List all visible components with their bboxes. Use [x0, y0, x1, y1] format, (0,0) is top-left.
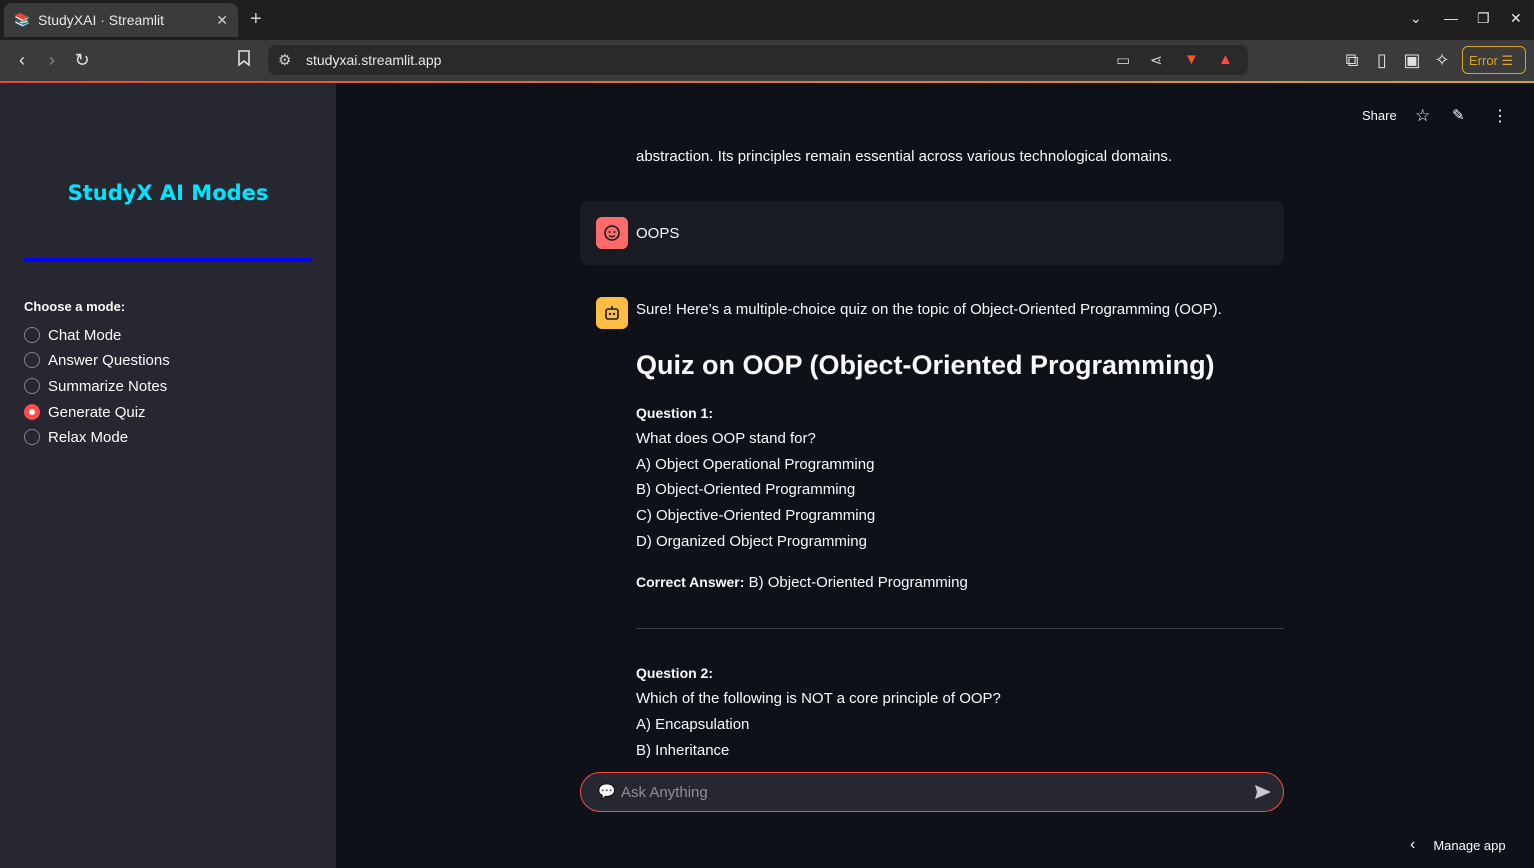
restore-icon[interactable]: ❐ — [1477, 10, 1490, 27]
question-1-option: C) Objective-Oriented Programming — [636, 507, 876, 524]
manage-app-button[interactable]: ‹ Manage app — [1410, 836, 1506, 854]
question-divider — [636, 628, 1284, 629]
minimize-icon[interactable]: — — [1444, 10, 1458, 26]
browser-tab[interactable]: 📚 StudyXAI · Streamlit ✕ — [4, 3, 238, 37]
leo-ai-icon[interactable]: ✧ — [1430, 48, 1454, 72]
radio-selected-icon[interactable] — [24, 404, 40, 420]
question-1-option: D) Organized Object Programming — [636, 533, 867, 550]
mode-option-quiz[interactable]: Generate Quiz — [24, 401, 146, 423]
tab-title: StudyXAI · Streamlit — [38, 12, 165, 28]
sidebar-title: StudyX AI Modes — [67, 181, 269, 205]
close-tab-icon[interactable]: ✕ — [216, 12, 228, 29]
mode-option-label: Chat Mode — [48, 326, 122, 344]
mode-option-label: Relax Mode — [48, 428, 129, 446]
sidebar: StudyX AI Modes Choose a mode: Chat Mode… — [0, 83, 336, 868]
bot-intro-text: Sure! Here’s a multiple-choice quiz on t… — [636, 301, 1222, 318]
mode-option-answer[interactable]: Answer Questions — [24, 349, 170, 371]
error-label: Error — [1469, 53, 1498, 68]
share-icon[interactable]: ⋖ — [1150, 51, 1163, 69]
books-icon: 📚 — [14, 12, 31, 27]
user-avatar-icon — [596, 217, 628, 249]
more-menu-icon[interactable]: ⋮ — [1492, 106, 1508, 126]
radio-icon[interactable] — [24, 327, 40, 343]
mode-option-label: Answer Questions — [48, 351, 170, 369]
back-icon[interactable]: ‹ — [10, 48, 34, 72]
brave-shields-icon[interactable]: ▼ — [1184, 51, 1199, 68]
send-icon[interactable] — [1253, 782, 1273, 802]
error-menu-button[interactable]: Error ☰ — [1462, 46, 1526, 74]
chat-input[interactable] — [621, 781, 1221, 803]
question-1-text: What does OOP stand for? — [636, 430, 816, 447]
mode-label: Choose a mode: — [24, 299, 126, 314]
tab-search-icon[interactable]: ⌄ — [1410, 10, 1422, 27]
star-icon[interactable]: ☆ — [1415, 106, 1430, 126]
mode-option-label: Summarize Notes — [48, 377, 168, 395]
correct-answer-value: B) Object-Oriented Programming — [748, 574, 968, 591]
mode-option-relax[interactable]: Relax Mode — [24, 426, 128, 448]
question-2-label: Question 2: — [636, 665, 714, 681]
radio-icon[interactable] — [24, 352, 40, 368]
forward-icon[interactable]: › — [40, 48, 64, 72]
mode-option-chat[interactable]: Chat Mode — [24, 324, 121, 346]
question-1-correct-answer: Correct Answer: B) Object-Oriented Progr… — [636, 574, 968, 591]
radio-icon[interactable] — [24, 378, 40, 394]
bot-avatar-icon — [596, 297, 628, 329]
quiz-title: Quiz on OOP (Object-Oriented Programming… — [636, 350, 1215, 380]
reload-icon[interactable]: ↻ — [70, 48, 94, 72]
new-tab-button[interactable]: + — [250, 9, 262, 29]
url-text: studyxai.streamlit.app — [306, 52, 442, 68]
mode-option-label: Generate Quiz — [48, 403, 146, 421]
close-window-icon[interactable]: ✕ — [1510, 10, 1522, 27]
site-settings-icon[interactable]: ⚙ — [278, 51, 291, 69]
user-message: OOPS — [580, 201, 1284, 265]
question-2-text: Which of the following is NOT a core pri… — [636, 690, 1001, 707]
share-button[interactable]: Share — [1362, 108, 1397, 128]
browser-toolbar: ‹ › ↻ ⚙ studyxai.streamlit.app ▭ ⋖ ▼ ▲ ⧉… — [0, 40, 1534, 81]
manage-app-label: Manage app — [1433, 837, 1506, 853]
chat-bubble-icon: 💬 — [598, 783, 616, 799]
user-message-text: OOPS — [636, 225, 680, 242]
previous-message-text: abstraction. Its principles remain essen… — [636, 148, 1173, 165]
chat-input-container[interactable]: 💬 — [580, 772, 1284, 812]
edit-icon[interactable]: ✎ — [1452, 106, 1465, 126]
question-1-label: Question 1: — [636, 405, 714, 421]
sidebar-divider — [24, 258, 312, 262]
bookmark-icon[interactable] — [232, 48, 256, 72]
cast-icon[interactable]: ▭ — [1116, 51, 1130, 69]
correct-answer-label: Correct Answer: — [636, 574, 745, 590]
wallet-icon[interactable]: ▣ — [1400, 48, 1424, 72]
mode-option-summarize[interactable]: Summarize Notes — [24, 375, 167, 397]
question-1-option: A) Object Operational Programming — [636, 456, 875, 473]
extensions-icon[interactable]: ⧉ — [1340, 48, 1364, 72]
question-2-option: B) Inheritance — [636, 742, 730, 759]
sidebar-toggle-icon[interactable]: ▯ — [1370, 48, 1394, 72]
question-2-option: A) Encapsulation — [636, 716, 750, 733]
question-1-option: B) Object-Oriented Programming — [636, 481, 856, 498]
radio-icon[interactable] — [24, 429, 40, 445]
brave-rewards-icon[interactable]: ▲ — [1218, 51, 1233, 68]
chevron-left-icon: ‹ — [1410, 836, 1416, 853]
browser-tab-bar: 📚 StudyXAI · Streamlit ✕ + ⌄ — ❐ ✕ — [0, 0, 1534, 40]
address-bar[interactable]: ⚙ studyxai.streamlit.app ▭ ⋖ ▼ ▲ — [268, 45, 1248, 75]
